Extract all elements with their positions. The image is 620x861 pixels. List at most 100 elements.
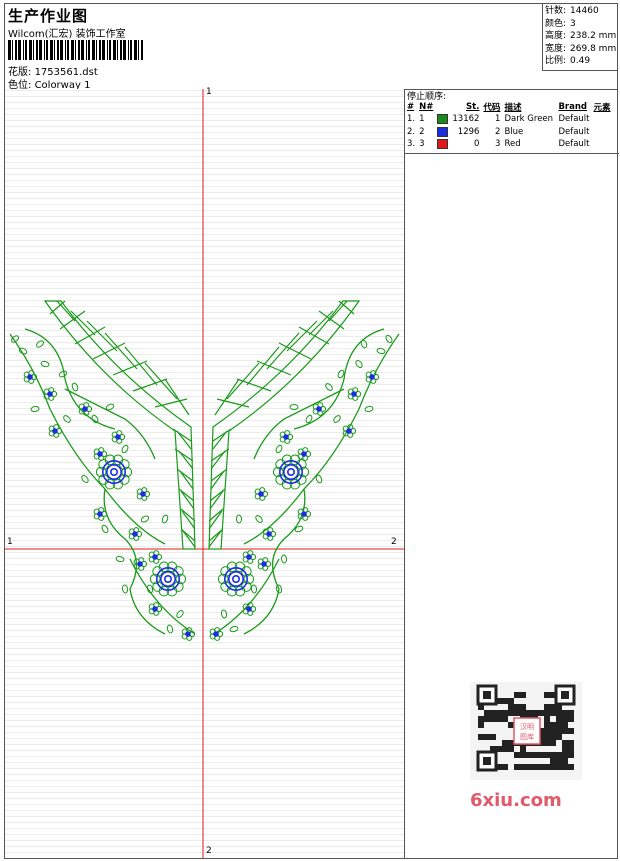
- color-row: 1. 1 13162 1 Dark Green Default: [405, 113, 613, 126]
- row-code: 3: [495, 139, 501, 150]
- col-swatch: [435, 101, 450, 113]
- row-code: 2: [495, 126, 501, 137]
- floral-motifs: [11, 334, 393, 641]
- small-flower: [133, 557, 148, 571]
- watermark-site-logo: 6xiu.com: [470, 790, 562, 811]
- stat-scale: 比例: 0.49: [545, 56, 591, 66]
- row-description: Red: [504, 139, 521, 150]
- small-flower: [279, 430, 294, 444]
- small-flower: [43, 387, 58, 401]
- leaf: [121, 444, 129, 454]
- axis-bottom-label: 2: [206, 846, 212, 856]
- small-flower: [297, 507, 312, 521]
- col-description: 描述: [504, 103, 522, 113]
- leaf: [376, 347, 386, 355]
- color-row: 2. 2 1296 2 Blue Default: [405, 126, 613, 139]
- row-index: 1.: [407, 114, 416, 125]
- leaf: [58, 370, 68, 378]
- leaf: [325, 383, 333, 391]
- row-stitches: 13162: [452, 114, 480, 125]
- leaf: [229, 625, 239, 633]
- embroidery-preview: [5, 89, 404, 858]
- leaf: [364, 405, 374, 413]
- barcode-image: [8, 40, 143, 60]
- stat-stitches: 针数: 14460: [545, 6, 599, 16]
- page-title: 生产作业图: [8, 7, 89, 25]
- row-brand: Default: [558, 126, 590, 137]
- leaf: [91, 414, 99, 424]
- color-row: 3. 3 0 3 Red Default: [405, 138, 613, 151]
- col-index: #: [407, 102, 415, 112]
- col-stitches: St.: [466, 102, 480, 112]
- header: 生产作业图 Wilcom(汇宏) 装饰工作室 花版: 1753561.dst 色…: [4, 3, 618, 91]
- leaf: [220, 609, 228, 619]
- row-element: [592, 138, 613, 151]
- leaf: [360, 339, 368, 349]
- leaf: [40, 360, 50, 368]
- leaf: [355, 359, 363, 369]
- small-flower: [93, 447, 108, 461]
- row-description: Blue: [504, 126, 524, 137]
- stats-panel: 针数: 14460 颜色: 3 高度: 238.2 mm 宽度: 269.8 mm 比例…: [542, 3, 618, 71]
- row-brand: Default: [558, 139, 590, 150]
- small-flower: [23, 370, 38, 384]
- qr-code-image: 汉明 图库: [470, 682, 582, 780]
- row-index: 2.: [407, 126, 416, 137]
- small-flower: [347, 387, 362, 401]
- leaf: [176, 610, 184, 618]
- floral-vines: [9, 328, 400, 635]
- leaf: [235, 514, 243, 524]
- small-flower: [365, 370, 380, 384]
- row-stitches: 1296: [457, 126, 480, 137]
- row-stitches: 0: [474, 139, 480, 150]
- row-description: Dark Green: [504, 114, 554, 125]
- stat-height: 高度: 238.2 mm: [545, 31, 617, 41]
- leaf: [101, 524, 109, 534]
- stat-width: 宽度: 269.8 mm: [545, 43, 617, 54]
- color-table: # N# St. 代码 描述 Brand 元素 1. 1 13162 1 Dark Gr…: [405, 101, 613, 151]
- leaf: [140, 515, 150, 523]
- leaf: [36, 340, 44, 348]
- rosette-motif: [217, 561, 255, 597]
- small-flower: [128, 527, 143, 541]
- leaf: [105, 403, 115, 411]
- col-element: 元素: [593, 103, 611, 113]
- color-table-header: # N# St. 代码 描述 Brand 元素: [405, 101, 613, 113]
- leaf: [255, 515, 263, 523]
- rosette-motif: [149, 561, 187, 597]
- leaf: [166, 624, 174, 634]
- row-needle: 3: [419, 139, 425, 150]
- axis-right-label: 2: [391, 537, 397, 547]
- row-index: 3.: [407, 139, 416, 150]
- leaf: [250, 584, 258, 594]
- leaf: [18, 347, 28, 355]
- small-flower: [297, 447, 312, 461]
- col-needle: N#: [419, 102, 434, 112]
- stat-colors: 颜色: 3: [545, 18, 576, 29]
- leaf: [115, 555, 125, 563]
- row-code: 1: [495, 114, 501, 125]
- small-flower: [242, 550, 257, 564]
- col-brand: Brand: [558, 102, 587, 112]
- leaf: [289, 403, 299, 411]
- leaf: [81, 475, 89, 483]
- watermark-stamp-text: 汉明: [520, 723, 534, 731]
- leaf: [121, 584, 129, 594]
- axis-top-label: 1: [206, 87, 212, 97]
- color-swatch: [435, 113, 450, 126]
- svg-text:图库: 图库: [520, 732, 534, 741]
- small-flower: [148, 550, 163, 564]
- company-name: Wilcom(汇宏) 装饰工作室: [8, 29, 126, 40]
- row-brand: Default: [558, 114, 590, 125]
- leaf: [333, 415, 341, 423]
- leaf: [315, 474, 323, 484]
- leaf: [280, 554, 288, 564]
- lattice-band-right: [208, 300, 361, 550]
- design-canvas: 1 1 2 2: [5, 87, 404, 858]
- small-flower: [136, 487, 151, 501]
- color-swatch: [435, 126, 450, 139]
- leaf: [63, 415, 71, 423]
- col-code: 代码: [483, 103, 501, 113]
- axis-left-label: 1: [7, 537, 13, 547]
- lattice-band-left: [43, 300, 196, 550]
